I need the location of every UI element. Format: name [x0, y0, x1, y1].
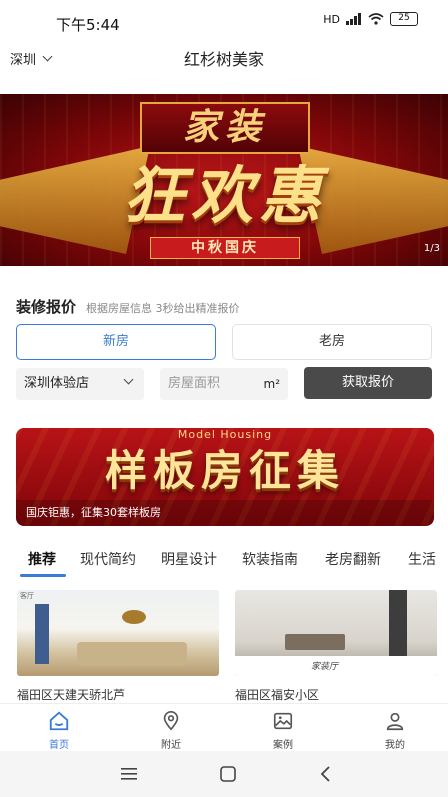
- case-title: 福田区福安小区: [235, 688, 320, 702]
- nav-label: 首页: [49, 740, 69, 751]
- window-shape: [389, 590, 407, 656]
- hero-main-text: 狂欢惠: [122, 159, 327, 232]
- bottom-nav: 首页 附近 案例 我的: [0, 703, 448, 751]
- area-unit: m²: [263, 377, 281, 391]
- promo-caption: 国庆钜惠，征集30套样板房: [16, 500, 434, 526]
- carousel-indicator: 1/3: [423, 243, 440, 254]
- app-title: 红杉树美家: [183, 50, 264, 69]
- tab-modern-simple[interactable]: 现代简约: [80, 549, 136, 569]
- get-quote-button[interactable]: 获取报价: [304, 367, 432, 399]
- nav-label: 案例: [273, 740, 293, 751]
- nav-profile[interactable]: 我的: [365, 710, 425, 751]
- quote-header: 装修报价 根据房屋信息 3秒给出精准报价: [16, 296, 240, 317]
- nav-label: 附近: [161, 740, 181, 751]
- case-image: 家装厅: [235, 590, 437, 676]
- area-input[interactable]: 房屋面积 m²: [160, 368, 288, 400]
- nav-cases[interactable]: 案例: [253, 710, 313, 751]
- quote-description: 根据房屋信息 3秒给出精准报价: [86, 302, 240, 315]
- status-bar: 下午5:44 HD 25: [0, 0, 448, 40]
- home-button-icon[interactable]: [218, 765, 238, 783]
- system-nav-bar: [0, 751, 448, 797]
- curtain-shape: [35, 604, 49, 664]
- battery-icon: 25: [390, 12, 418, 26]
- image-icon: [273, 712, 293, 730]
- hero-banner[interactable]: 家装 狂欢惠 中秋国庆 1/3: [0, 94, 448, 266]
- tab-soft-decor[interactable]: 软装指南: [242, 549, 298, 569]
- image-tag: 家装厅: [311, 662, 339, 672]
- tab-old-house[interactable]: 老房: [232, 324, 432, 360]
- nav-nearby[interactable]: 附近: [141, 710, 201, 751]
- case-card[interactable]: 家装厅 福田区福安小区: [235, 590, 437, 703]
- hero-sub-text: 中秋国庆: [150, 237, 300, 259]
- store-value: 深圳体验店: [24, 376, 90, 391]
- promo-main-text: 样板房征集: [104, 446, 345, 495]
- case-title: 福田区天建天骄北芦: [17, 688, 126, 702]
- tab-life[interactable]: 生活: [408, 549, 436, 569]
- tab-old-renovation[interactable]: 老房翻新: [325, 549, 381, 569]
- image-tag: 客厅: [20, 592, 34, 600]
- chevron-down-icon: [123, 374, 134, 385]
- app-header: 深圳 红杉树美家: [0, 40, 448, 76]
- user-icon: [386, 712, 404, 731]
- tab-new-house[interactable]: 新房: [16, 324, 216, 360]
- nav-label: 我的: [385, 740, 405, 751]
- home-icon: [49, 711, 69, 731]
- lamp-shape: [122, 610, 146, 624]
- quote-section: 装修报价 根据房屋信息 3秒给出精准报价 新房 老房 深圳体验店 房屋面积 m²…: [0, 284, 448, 412]
- promo-banner[interactable]: Model Housing 样板房征集 国庆钜惠，征集30套样板房: [16, 428, 434, 526]
- status-icons: HD 25: [323, 12, 418, 26]
- hero-top-text: 家装: [140, 102, 310, 154]
- case-image: 客厅: [17, 590, 219, 676]
- case-card[interactable]: 客厅 福田区天建天骄北芦: [17, 590, 219, 703]
- area-placeholder: 房屋面积: [168, 376, 221, 391]
- wifi-icon: [368, 13, 384, 25]
- category-tabs: 推荐 现代简约 明星设计 软装指南 老房翻新 生活: [0, 540, 448, 580]
- location-icon: [163, 711, 179, 731]
- active-tab-indicator: [20, 574, 66, 577]
- quote-title: 装修报价: [16, 298, 77, 316]
- tab-star-design[interactable]: 明星设计: [161, 549, 217, 569]
- sofa-shape: [77, 642, 187, 666]
- table-shape: [285, 634, 345, 650]
- signal-icon: HD: [323, 12, 340, 26]
- menu-icon[interactable]: [119, 765, 139, 783]
- status-time: 下午5:44: [56, 16, 120, 34]
- nav-home[interactable]: 首页: [29, 710, 89, 751]
- back-icon[interactable]: [316, 765, 336, 783]
- store-select[interactable]: 深圳体验店: [16, 368, 144, 400]
- cell-signal-icon: [346, 13, 361, 25]
- tab-recommend[interactable]: 推荐: [28, 549, 56, 569]
